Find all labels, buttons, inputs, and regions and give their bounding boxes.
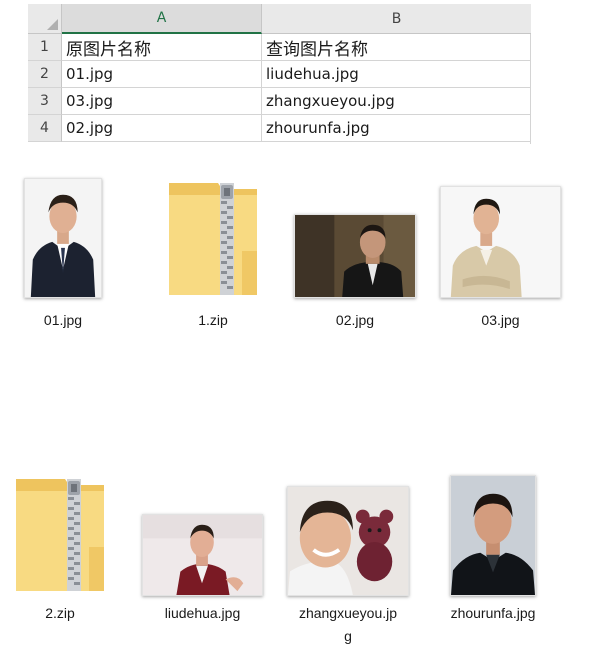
photo-thumbnail-icon [440,186,561,298]
cell-b3[interactable]: zhangxueyou.jpg [262,88,531,115]
cell-b4[interactable]: zhourunfa.jpg [262,115,531,142]
file-name: liudehua.jpg [164,605,241,621]
cell-b1[interactable]: 查询图片名称 [262,34,531,61]
file-name: 01.jpg [43,312,83,328]
row-header[interactable]: 1 [28,34,62,61]
file-name: zhourunfa.jpg [450,605,536,621]
file-name: 03.jpg [481,312,520,328]
photo-thumbnail-icon [287,486,409,596]
file-name: 2.zip [45,605,75,621]
row-header[interactable]: 2 [28,61,62,88]
file-name: 02.jpg [335,312,375,328]
select-all-corner[interactable] [28,4,62,34]
table-row: 3 03.jpg zhangxueyou.jpg [28,88,531,115]
cell-a2[interactable]: 01.jpg [62,61,262,88]
file-name: 1.zip [198,312,228,328]
zip-folder-icon [166,181,260,297]
table-row: 1 原图片名称 查询图片名称 [28,34,531,61]
spreadsheet: A B 1 原图片名称 查询图片名称 2 01.jpg liudehua.jpg… [28,4,531,144]
zip-folder-icon [13,477,107,593]
photo-thumbnail-icon [450,475,536,596]
photo-thumbnail-icon [24,178,102,298]
photo-thumbnail-icon [142,514,263,596]
row-header[interactable]: 4 [28,115,62,142]
cell-a3[interactable]: 03.jpg [62,88,262,115]
column-header-b[interactable]: B [262,4,531,34]
table-row: 2 01.jpg liudehua.jpg [28,61,531,88]
file-name-line1: zhangxueyou.jp [298,605,398,621]
cell-a4[interactable]: 02.jpg [62,115,262,142]
table-row: 4 02.jpg zhourunfa.jpg [28,115,531,142]
file-name-line2: g [344,628,352,644]
cell-b2[interactable]: liudehua.jpg [262,61,531,88]
row-header[interactable]: 3 [28,88,62,115]
photo-thumbnail-icon [294,214,416,298]
column-header-a[interactable]: A [62,4,262,34]
cell-a1[interactable]: 原图片名称 [62,34,262,61]
